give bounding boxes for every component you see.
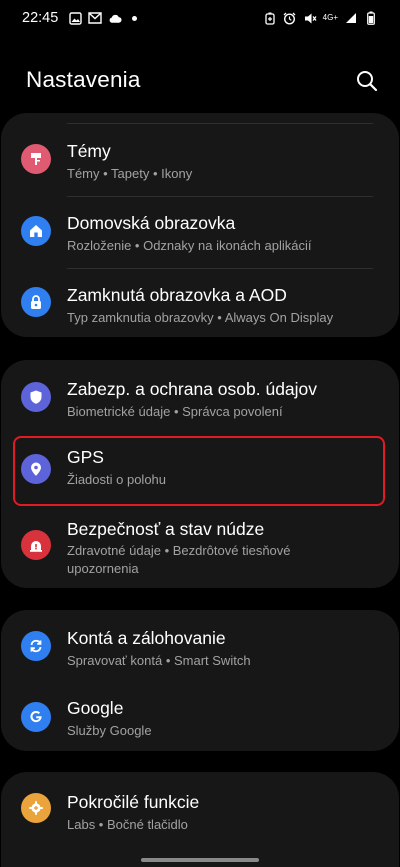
settings-item-temy[interactable]: Témy Témy • Tapety • Ikony [1,125,399,195]
mute-icon [303,11,317,25]
settings-item-zamknuta-obrazovka[interactable]: Zamknutá obrazovka a AOD Typ zamknutia o… [1,269,399,337]
gear-plus-icon [21,793,51,823]
settings-group-3: Kontá a zálohovanie Spravovať kontá • Sm… [1,610,399,751]
settings-item-zabezpecenie[interactable]: Zabezp. a ochrana osob. údajov Biometric… [1,364,399,434]
settings-item-konta-a-zalohovanie[interactable]: Kontá a zálohovanie Spravovať kontá • Sm… [1,614,399,682]
home-icon [21,216,51,246]
home-indicator[interactable] [141,858,259,862]
settings-item-bezpecnost-a-stav-nudze[interactable]: Bezpečnosť a stav núdze Zdravotné údaje … [1,510,399,588]
search-button[interactable] [352,66,382,96]
settings-item-domovska-obrazovka[interactable]: Domovská obrazovka Rozloženie • Odznaky … [1,197,399,267]
settings-group-1: Témy Témy • Tapety • Ikony Domovská obra… [1,113,399,337]
settings-item-subtitle: Spravovať kontá • Smart Switch [67,653,251,668]
battery-icon [364,11,378,25]
settings-item-title: Zamknutá obrazovka a AOD [67,285,287,305]
settings-item-title: Zabezp. a ochrana osob. údajov [67,379,318,399]
settings-item-subtitle: Rozloženie • Odznaky na ikonách aplikáci… [67,238,312,253]
lock-icon [21,287,51,317]
status-time: 22:45 [22,10,59,26]
divider [67,123,373,124]
gps-highlight-box [13,436,385,506]
notification-dot [132,15,138,21]
shield-icon [21,382,51,412]
settings-item-title: Domovská obrazovka [67,213,236,233]
status-bar: 22:45 4G+ [0,0,400,36]
search-icon [357,71,378,92]
settings-item-title: Google [67,698,124,718]
settings-item-google[interactable]: Google Služby Google [1,684,399,750]
page-title: Nastavenia [26,67,141,92]
sync-icon [21,631,51,661]
settings-item-subtitle: Typ zamknutia obrazovky • Always On Disp… [67,310,334,325]
settings-item-subtitle: Zdravotné údaje • Bezdrôtové tiesňové up… [67,543,291,576]
settings-item-title: Témy [67,141,111,161]
emergency-icon [21,530,51,560]
settings-item-title: Bezpečnosť a stav núdze [67,519,265,539]
network-type: 4G+ [322,13,338,22]
settings-item-subtitle: Biometrické údaje • Správca povolení [67,404,283,419]
gmail-icon [88,11,102,25]
settings-item-subtitle: Témy • Tapety • Ikony [67,166,193,181]
settings-item-subtitle: Labs • Bočné tlačidlo [67,817,188,832]
signal-icon [344,11,358,25]
settings-item-pokrocile-funkcie[interactable]: Pokročilé funkcie Labs • Bočné tlačidlo [1,776,399,844]
settings-item-subtitle: Služby Google [67,723,152,738]
battery-saver-icon [263,11,277,25]
settings-item-title: Pokročilé funkcie [67,792,200,812]
status-bar-right: 4G+ [263,11,378,25]
settings-group-4: Pokročilé funkcie Labs • Bočné tlačidlo [1,772,399,867]
themes-icon [21,144,51,174]
google-icon [21,702,51,732]
settings-item-title: Kontá a zálohovanie [67,628,226,648]
alarm-icon [283,11,297,25]
status-bar-left: 22:45 [22,10,138,26]
cloud-icon [108,11,122,25]
gallery-icon [68,11,82,25]
app-header: Nastavenia [0,48,400,112]
